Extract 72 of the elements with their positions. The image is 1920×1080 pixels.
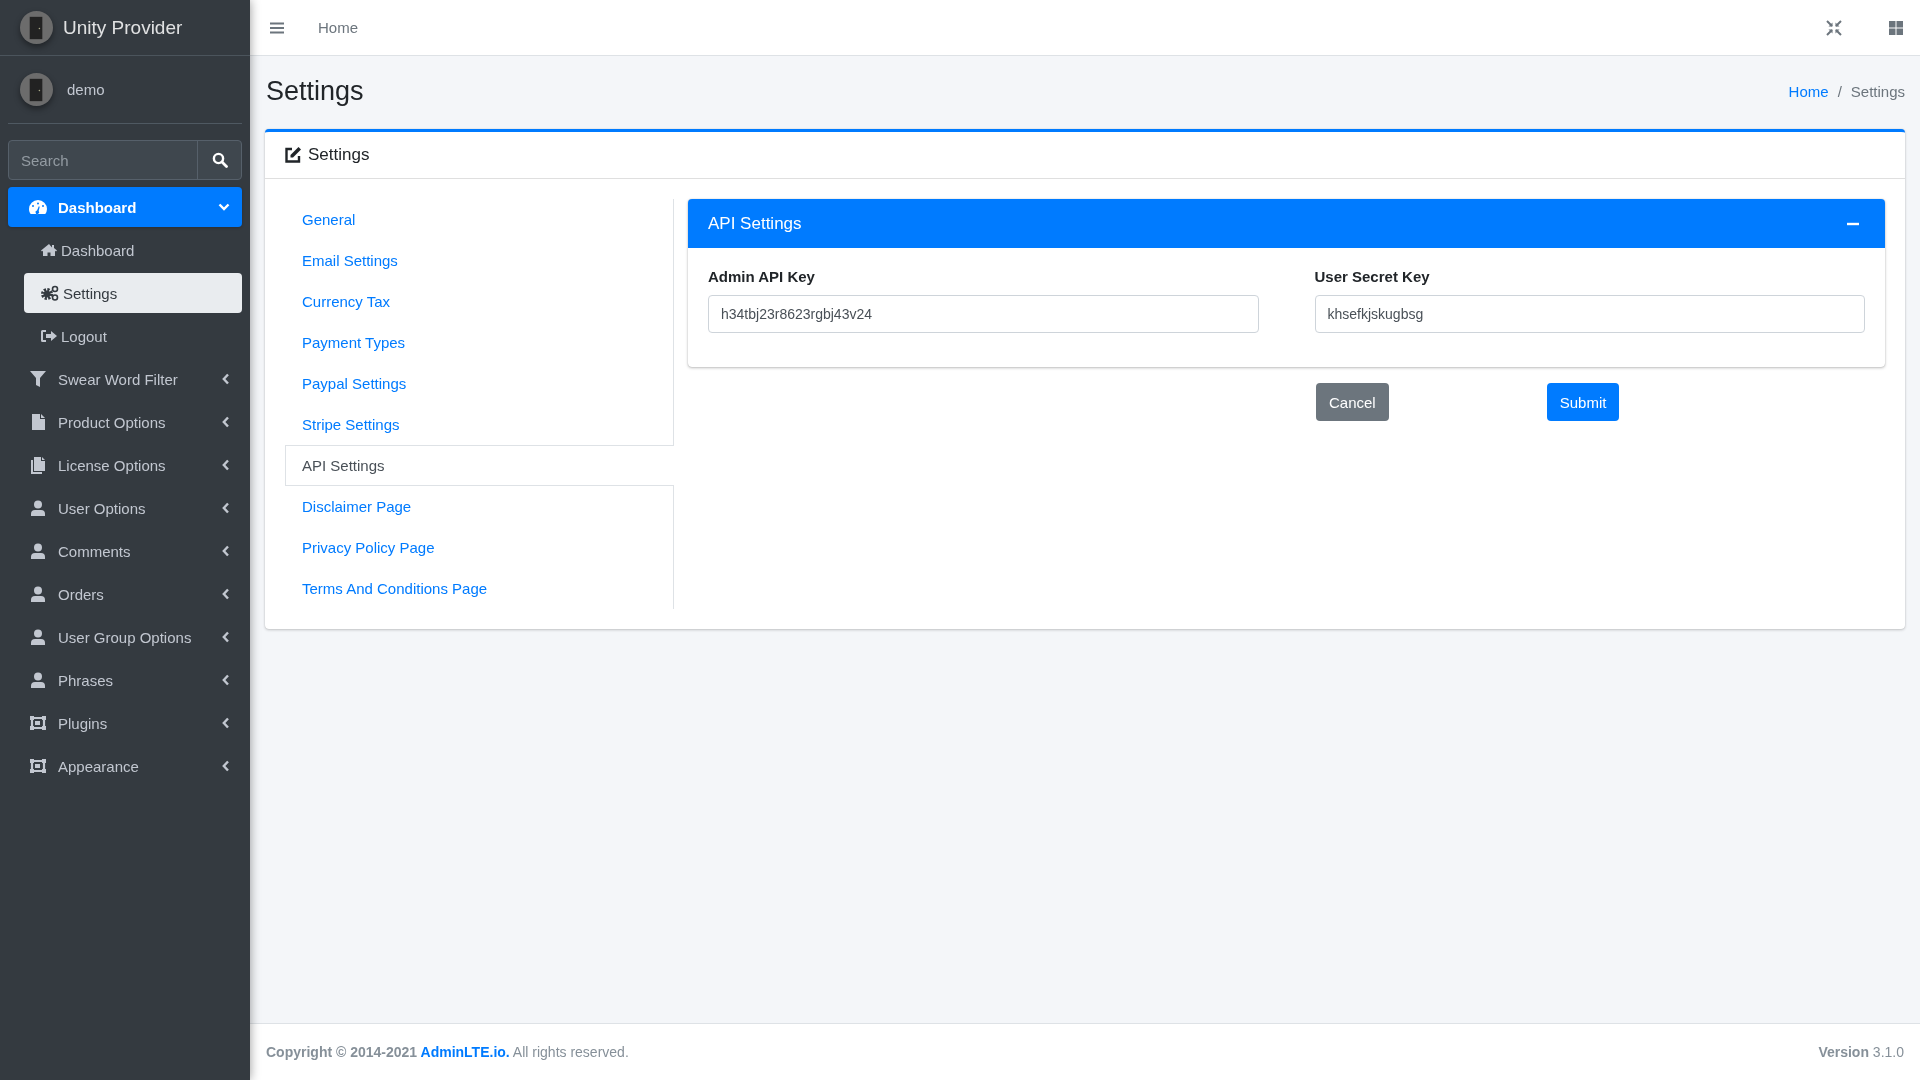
settings-tab[interactable]: Disclaimer Page <box>285 486 673 527</box>
sign-out-icon <box>40 329 58 343</box>
edit-icon <box>284 146 302 164</box>
gears-icon <box>40 285 60 301</box>
copyright-text: Copyright © 2014-2021 AdminLTE.io. All rights reserved. <box>266 1044 629 1060</box>
chevron-left-icon <box>222 545 230 557</box>
nav-item[interactable]: Plugins <box>8 703 242 743</box>
search-input[interactable]: Search <box>9 141 197 179</box>
nav-subitem[interactable]: Logout <box>24 316 242 356</box>
gauge-icon <box>28 199 48 215</box>
avatar-icon <box>20 11 53 44</box>
settings-tab[interactable]: Terms And Conditions Page <box>285 568 673 609</box>
form-button[interactable]: Cancel <box>1316 383 1389 421</box>
chevron-left-icon <box>222 588 230 600</box>
field-label: Admin API Key <box>708 268 816 285</box>
nav-item[interactable]: Swear Word Filter <box>8 359 242 399</box>
card-title: Settings <box>308 145 370 165</box>
search-icon <box>211 152 228 168</box>
chevron-left-icon <box>222 674 230 686</box>
nav-subitem[interactable]: Dashboard <box>24 230 242 270</box>
user-icon <box>28 672 48 688</box>
version-text: Version 3.1.0 <box>1818 1044 1904 1060</box>
page-title: Settings <box>266 75 364 107</box>
frame-icon <box>28 715 48 731</box>
settings-tab[interactable]: Email Settings <box>285 240 673 281</box>
brand-name[interactable]: Unity Provider <box>63 16 183 39</box>
search-field[interactable]: Search <box>8 140 242 180</box>
nav-item[interactable]: Product Options <box>8 402 242 442</box>
nav-subitem[interactable]: Settings <box>24 273 242 313</box>
chevron-left-icon <box>222 416 230 428</box>
chevron-down-icon <box>218 203 230 211</box>
nav-item[interactable]: Orders <box>8 574 242 614</box>
nav-item[interactable]: Comments <box>8 531 242 571</box>
breadcrumb-current: Settings <box>1850 82 1905 100</box>
field-label: User Secret Key <box>1314 268 1431 285</box>
breadcrumb-link[interactable]: Home <box>1788 82 1829 100</box>
nav-item[interactable]: User Group Options <box>8 617 242 657</box>
nav-item[interactable]: License Options <box>8 445 242 485</box>
chevron-left-icon <box>222 502 230 514</box>
input-field[interactable]: h34tbj23r8623rgbj43v24 <box>708 295 1259 333</box>
nav-item[interactable]: Phrases <box>8 660 242 700</box>
settings-tab[interactable]: General <box>285 199 673 240</box>
chevron-left-icon <box>222 717 230 729</box>
chevron-left-icon <box>222 631 230 643</box>
adminlte-link[interactable]: AdminLTE.io. <box>420 1044 510 1060</box>
user-icon <box>28 543 48 559</box>
user-icon <box>28 629 48 645</box>
settings-tab[interactable]: Payment Types <box>285 322 673 363</box>
input-field[interactable]: khsefkjskugbsg <box>1314 295 1865 333</box>
breadcrumb-separator: / <box>1837 82 1842 100</box>
form-button[interactable]: Submit <box>1546 383 1620 421</box>
chevron-left-icon <box>222 459 230 471</box>
house-icon <box>40 243 58 257</box>
settings-tab[interactable]: Stripe Settings <box>285 404 673 445</box>
funnel-icon <box>28 370 48 388</box>
settings-tab[interactable]: API Settings <box>285 445 674 486</box>
nav-item[interactable]: User Options <box>8 488 242 528</box>
settings-tab[interactable]: Privacy Policy Page <box>285 527 673 568</box>
chevron-left-icon <box>222 760 230 772</box>
settings-tab[interactable]: Currency Tax <box>285 281 673 322</box>
avatar-icon <box>20 73 53 106</box>
nav-item[interactable]: Dashboard <box>8 187 242 227</box>
settings-tab[interactable]: Paypal Settings <box>285 363 673 404</box>
nav-item[interactable]: Appearance <box>8 746 242 786</box>
home-link[interactable]: Home <box>318 19 358 36</box>
user-icon <box>28 500 48 516</box>
chevron-left-icon <box>222 373 230 385</box>
user-name[interactable]: demo <box>67 81 105 98</box>
panel-title: API Settings <box>708 213 802 234</box>
user-icon <box>28 586 48 602</box>
frame-icon <box>28 758 48 774</box>
files-icon <box>28 456 48 474</box>
